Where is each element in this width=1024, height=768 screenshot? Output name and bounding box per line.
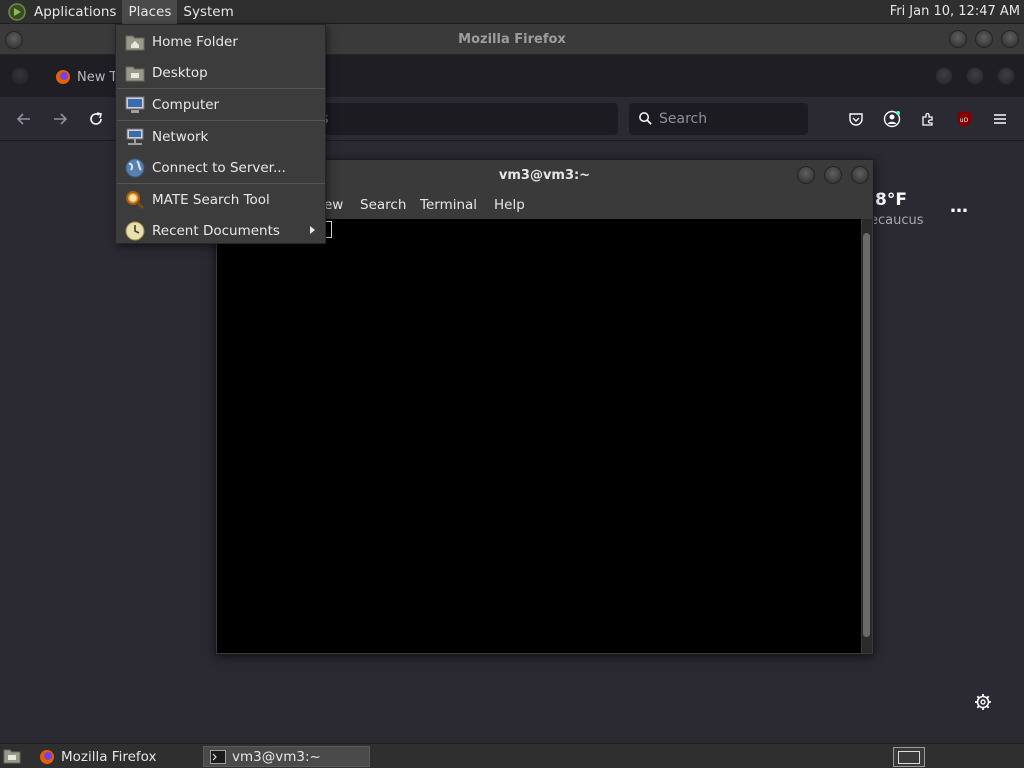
reload-icon[interactable]	[86, 109, 106, 129]
menu-item-connect-to-server[interactable]: Connect to Server...	[116, 153, 325, 183]
menu-item-home-folder[interactable]: Home Folder	[116, 27, 325, 57]
tab-list-icon[interactable]	[11, 67, 29, 85]
menu-item-desktop[interactable]: Desktop	[116, 58, 325, 88]
terminal-scrollbar[interactable]	[862, 219, 872, 653]
search-icon	[639, 112, 652, 125]
close-button[interactable]	[1001, 30, 1019, 48]
panel-clock[interactable]: Fri Jan 10, 12:47 AM	[890, 0, 1020, 24]
weather-more-icon[interactable]: …	[950, 196, 969, 217]
terminal-close-button[interactable]	[851, 166, 869, 184]
menu-item-network[interactable]: Network	[116, 122, 325, 152]
terminal-menu-view[interactable]: ew	[324, 197, 343, 213]
system-menu[interactable]: System	[177, 0, 239, 24]
url-bar[interactable]: ss	[290, 103, 618, 135]
places-dropdown: Home Folder Desktop Computer Network Con…	[115, 24, 326, 244]
menu-separator	[117, 183, 325, 184]
terminal-output-area[interactable]	[217, 219, 861, 653]
show-desktop-icon[interactable]	[3, 748, 21, 764]
tab-maximize-button[interactable]	[966, 67, 984, 85]
network-icon	[124, 126, 146, 148]
applications-menu[interactable]: Applications	[28, 0, 122, 24]
pocket-icon[interactable]	[846, 109, 866, 129]
bottom-panel: Mozilla Firefox vm3@vm3:~	[0, 743, 1024, 768]
weather-location: ecaucus	[870, 213, 924, 228]
mate-logo-icon[interactable]	[7, 2, 27, 22]
tab-close-button[interactable]	[997, 67, 1015, 85]
desktop-folder-icon	[124, 62, 146, 84]
hamburger-menu-icon[interactable]	[990, 109, 1010, 129]
terminal-scroll-thumb[interactable]	[863, 233, 870, 637]
minimize-button[interactable]	[949, 30, 967, 48]
forward-icon[interactable]	[50, 109, 70, 129]
back-icon[interactable]	[14, 109, 34, 129]
menu-separator	[117, 88, 325, 89]
gear-icon[interactable]	[973, 692, 993, 712]
places-menu-button[interactable]: Places	[122, 0, 178, 24]
tab-minimize-button[interactable]	[935, 67, 953, 85]
terminal-icon	[210, 749, 226, 764]
computer-icon	[124, 94, 146, 116]
menu-label: Connect to Server...	[152, 160, 286, 176]
terminal-minimize-button[interactable]	[797, 166, 815, 184]
terminal-menu-terminal[interactable]: Terminal	[420, 197, 477, 213]
menu-separator	[117, 120, 325, 121]
magnifier-icon	[124, 189, 146, 211]
top-panel: Applications Places System Fri Jan 10, 1…	[0, 0, 1024, 24]
search-input[interactable]: Search	[629, 103, 808, 135]
menu-item-computer[interactable]: Computer	[116, 90, 325, 120]
clock-icon	[124, 220, 146, 242]
menu-label: Recent Documents	[152, 223, 280, 239]
menu-label: Network	[152, 129, 209, 145]
weather-temperature[interactable]: 8°F	[875, 190, 907, 210]
terminal-menu-search[interactable]: Search	[360, 197, 406, 213]
globe-icon	[124, 157, 146, 179]
task-label: Mozilla Firefox	[61, 748, 157, 765]
submenu-arrow-icon	[310, 226, 315, 234]
menu-item-recent-documents[interactable]: Recent Documents	[116, 216, 325, 246]
menu-label: Computer	[152, 97, 220, 113]
tab-label: New T	[77, 69, 118, 85]
task-terminal[interactable]: vm3@vm3:~	[203, 746, 370, 767]
menu-label: MATE Search Tool	[152, 192, 270, 208]
task-label: vm3@vm3:~	[232, 748, 321, 765]
account-icon[interactable]	[882, 109, 902, 129]
terminal-menu-help[interactable]: Help	[494, 197, 525, 213]
menu-label: Desktop	[152, 65, 208, 81]
workspace-window-preview	[898, 751, 920, 764]
ublock-icon[interactable]: uO	[954, 109, 974, 129]
extensions-icon[interactable]	[918, 109, 938, 129]
search-placeholder: Search	[659, 111, 708, 127]
menu-label: Home Folder	[152, 34, 238, 50]
workspace-switcher[interactable]	[893, 747, 925, 767]
maximize-button[interactable]	[975, 30, 993, 48]
menu-item-mate-search-tool[interactable]: MATE Search Tool	[116, 185, 325, 215]
firefox-icon	[56, 70, 70, 84]
task-firefox[interactable]: Mozilla Firefox	[33, 746, 197, 767]
home-folder-icon	[124, 31, 146, 53]
terminal-maximize-button[interactable]	[824, 166, 842, 184]
firefox-icon	[40, 749, 54, 764]
svg-text:uO: uO	[960, 117, 969, 124]
